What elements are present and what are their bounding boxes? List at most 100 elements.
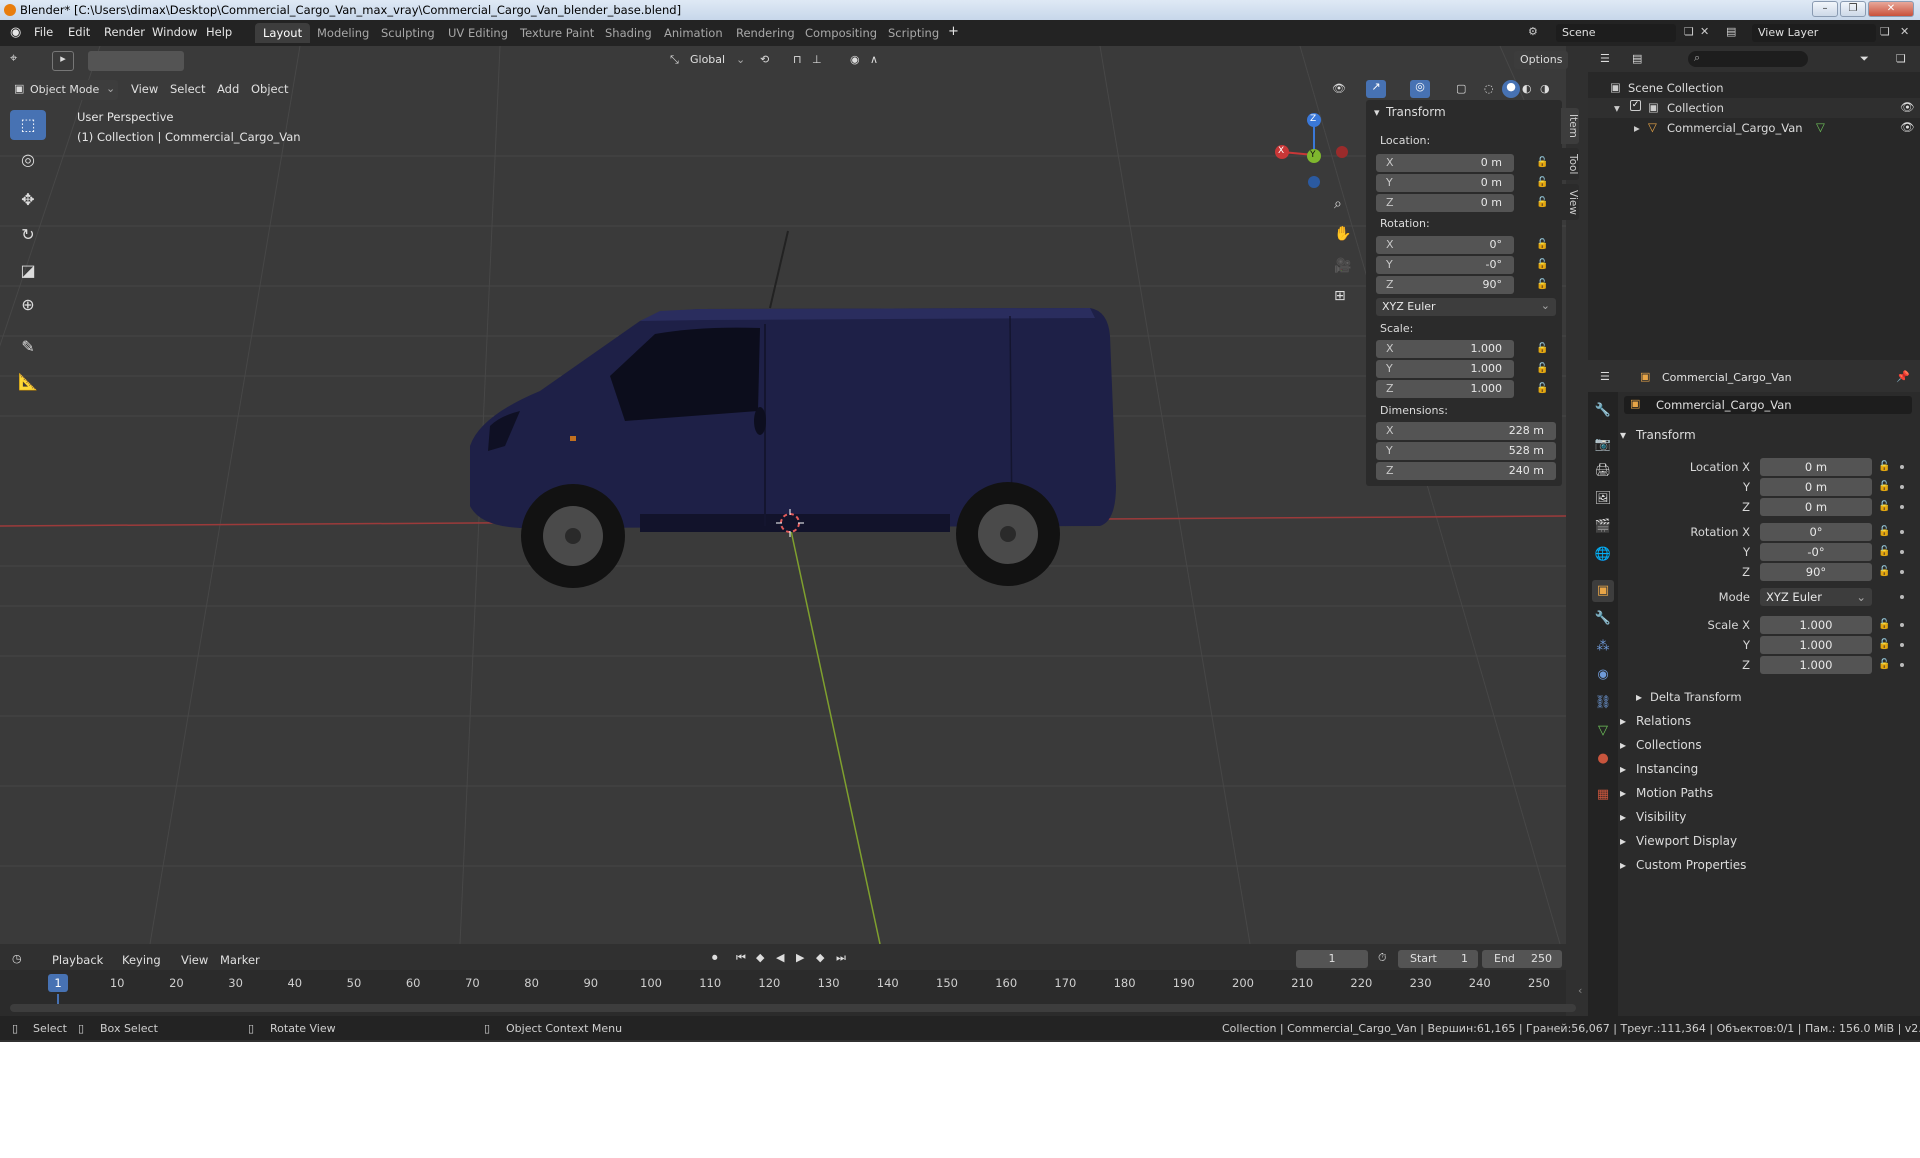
filter-icon[interactable]: ⏷ [1860,52,1869,66]
location-z-field[interactable]: Z0 m [1376,194,1514,212]
rotation-mode-dropdown[interactable]: XYZ Euler ⌄ [1376,298,1556,316]
physics-tab-icon[interactable]: ◉ [1592,664,1614,686]
jump-end-icon[interactable]: ⏭ [836,951,846,965]
lock-icon[interactable]: 🔓 [1878,526,1890,537]
properties-editor-icon[interactable]: ☰ [1600,370,1610,383]
dimensions-z-field[interactable]: Z 240 m [1376,462,1556,480]
lock-icon[interactable]: 🔓 [1536,343,1548,354]
tab-animation[interactable]: Animation [656,23,731,43]
tab-rendering[interactable]: Rendering [728,23,803,43]
next-keyframe-icon[interactable]: ◆ [816,951,824,964]
tab-modeling[interactable]: Modeling [309,23,377,43]
keyframe-dot[interactable] [1900,530,1904,534]
particles-tab-icon[interactable]: ⁂ [1592,636,1614,658]
ortho-toggle-icon[interactable]: ⊞ [1334,288,1346,304]
keyframe-dot[interactable] [1900,550,1904,554]
rotation-x-field[interactable]: X 0° [1376,236,1514,254]
lock-icon[interactable]: 🔓 [1536,197,1548,208]
output-properties-tab-icon[interactable]: 🖨 [1592,460,1614,482]
keyframe-dot[interactable] [1900,663,1904,667]
eye-icon[interactable]: 👁 [1900,100,1915,114]
expand-arrow-icon[interactable]: ▸ [1634,121,1640,135]
overlays-toggle-icon[interactable]: ◎ [1410,80,1430,98]
texture-tab-icon[interactable]: ▦ [1592,784,1614,806]
view-layer-selector[interactable]: View Layer [1752,24,1876,42]
new-scene-icon[interactable]: ❏ [1684,25,1694,38]
dimensions-y-field[interactable]: Y 528 m [1376,442,1556,460]
snap-target-icon[interactable]: ⊥ [812,53,822,66]
visibility-icon[interactable]: 👁 [1332,82,1346,95]
prop-rotation-z-field[interactable]: 90° [1760,563,1872,581]
npanel-tab-item[interactable]: Item [1561,108,1579,144]
lock-icon[interactable]: 🔓 [1536,383,1548,394]
keyframe-dot[interactable] [1900,505,1904,509]
collapse-arrow-icon[interactable]: ▾ [1374,106,1380,119]
section-custom-properties[interactable]: Custom Properties [1636,858,1746,872]
expand-arrow-icon[interactable]: ▸ [1620,786,1626,800]
prev-keyframe-icon[interactable]: ◆ [756,951,764,964]
timeline-editor-icon[interactable]: ◷ [12,952,22,965]
add-workspace-button[interactable]: + [948,24,959,39]
outliner-row-object[interactable]: ▸ ▽ Commercial_Cargo_Van ▽ 👁 [1588,118,1920,138]
timeline-menu-playback[interactable]: Playback [52,953,103,967]
delta-transform-subpanel[interactable]: Delta Transform [1650,690,1742,704]
menu-file[interactable]: File [34,25,53,39]
navigation-gizmo[interactable]: Z X Y [1270,110,1350,190]
tab-shading[interactable]: Shading [597,23,660,43]
lock-icon[interactable]: 🔓 [1878,619,1890,630]
eye-icon[interactable]: 👁 [1900,120,1915,134]
shading-wireframe-icon[interactable]: ◌ [1484,82,1494,95]
tool-annotate[interactable]: ✎ [10,332,46,362]
collapse-arrow-icon[interactable]: ▾ [1620,428,1626,442]
keyframe-dot[interactable] [1900,465,1904,469]
viewport-menu-object[interactable]: Object [251,82,288,96]
timeline-menu-keying[interactable]: Keying [122,953,161,967]
delete-scene-icon[interactable]: ✕ [1700,25,1709,38]
npanel-tab-view[interactable]: View [1561,184,1579,220]
transform-section-header[interactable]: Transform [1636,428,1696,442]
collection-checkbox[interactable]: ✓ [1630,100,1641,111]
prop-location-y-field[interactable]: 0 m [1760,478,1872,496]
current-frame-field[interactable]: 1 [1296,950,1368,968]
expand-arrow-icon[interactable]: ▸ [1620,810,1626,824]
tool-move[interactable]: ✥ [10,185,46,215]
delete-view-layer-icon[interactable]: ✕ [1900,25,1909,38]
prop-location-x-field[interactable]: 0 m [1760,458,1872,476]
gizmo-toggle-icon[interactable]: ↗ [1366,80,1386,98]
new-view-layer-icon[interactable]: ❏ [1880,25,1890,38]
tab-uv-editing[interactable]: UV Editing [440,23,516,43]
play-icon[interactable]: ▶ [796,951,804,964]
lock-icon[interactable]: 🔓 [1536,157,1548,168]
expand-arrow-icon[interactable]: ▸ [1620,714,1626,728]
pin-icon[interactable]: 📌 [1896,370,1910,383]
camera-view-icon[interactable]: 🎥 [1334,258,1351,274]
expand-arrow-icon[interactable]: ▸ [1620,858,1626,872]
timeline-menu-marker[interactable]: Marker [220,953,260,967]
maximize-button[interactable]: ❐ [1840,1,1866,17]
timer-icon[interactable]: ⏱ [1378,951,1387,965]
lock-icon[interactable]: 🔓 [1878,566,1890,577]
lock-icon[interactable]: 🔓 [1536,177,1548,188]
tool-transform[interactable]: ⊕ [10,290,46,320]
viewport-menu-add[interactable]: Add [217,82,239,96]
prop-rotation-mode-dropdown[interactable]: XYZ Euler ⌄ [1760,588,1872,606]
jump-start-icon[interactable]: ⏮ [736,951,746,965]
tab-texture-paint[interactable]: Texture Paint [512,23,602,43]
rotation-z-field[interactable]: Z 90° [1376,276,1514,294]
falloff-icon[interactable]: ∧ [870,53,878,66]
new-collection-icon[interactable]: ❏ [1896,52,1906,65]
minimize-button[interactable]: – [1812,1,1838,17]
keyframe-dot[interactable] [1900,570,1904,574]
lock-icon[interactable]: 🔓 [1878,501,1890,512]
scale-z-field[interactable]: Z 1.000 [1376,380,1514,398]
timeline-scrollbar[interactable] [10,1004,1576,1012]
options-dropdown[interactable]: Options [1514,51,1569,69]
proportional-edit-icon[interactable]: ◉ [850,53,860,66]
timeline-frame-ruler[interactable]: 1 10 20 30 40 50 60 70 80 90 100 110 120 130 140 150 160… [0,970,1566,1004]
section-collections[interactable]: Collections [1636,738,1702,752]
section-visibility[interactable]: Visibility [1636,810,1686,824]
prop-location-z-field[interactable]: 0 m [1760,498,1872,516]
mesh-data-icon[interactable]: ▽ [1816,120,1825,134]
pivot-point-icon[interactable]: ⟲ [760,53,769,66]
material-tab-icon[interactable]: ● [1592,748,1614,770]
